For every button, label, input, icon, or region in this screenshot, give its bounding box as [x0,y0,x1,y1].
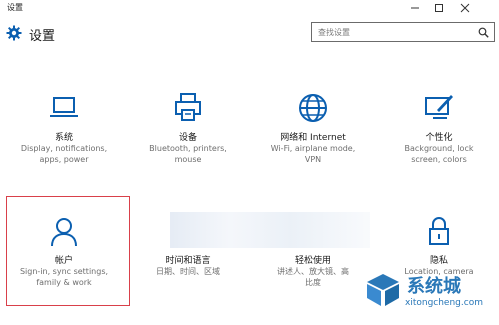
tile-title: 隐私 [429,256,448,266]
tile-description: 日期、时间、区域 [156,267,220,276]
minimize-icon [411,7,419,9]
globe-icon [299,94,327,122]
tile-title: 时间和语言 [165,256,211,266]
tile-title: 轻松使用 [294,256,331,266]
selection-highlight [6,196,130,306]
tile-title: 设备 [178,133,197,143]
laptop-icon [50,97,78,117]
page-title: 设置 [29,29,56,44]
tile-description: Bluetooth, printers, mouse [149,144,227,164]
tile-description: Background, lock screen, colors [404,144,474,164]
tile-devices[interactable]: 设备 Bluetooth, printers, mouse [127,92,249,202]
search-placeholder: 查找设置 [318,28,350,37]
lock-icon [429,217,449,245]
minimize-button[interactable] [403,0,427,16]
tile-title: 网络和 Internet [280,133,346,143]
window-title: 设置 [7,3,23,12]
search-icon[interactable] [478,27,489,38]
close-button[interactable] [453,0,477,16]
tile-system[interactable]: 系统 Display, notifications, apps, power [3,92,125,202]
tile-network[interactable]: 网络和 Internet Wi-Fi, airplane mode, VPN [252,92,374,202]
maximize-icon [435,4,443,12]
tile-title: 个性化 [425,133,453,143]
gear-icon [6,25,22,41]
watermark-text: 系统城 [407,276,461,297]
maximize-button[interactable] [427,0,451,16]
windows-logo-icon [367,274,399,306]
tile-description: 讲述人、放大镜、高 比度 [277,267,349,287]
watermark-url: xitongcheng.com [405,298,483,308]
blur-overlay [170,212,370,248]
tile-description: Wi-Fi, airplane mode, VPN [270,144,356,164]
watermark: 系统城 xitongcheng.com [363,266,499,315]
tile-personalization[interactable]: 个性化 Background, lock screen, colors [378,92,499,202]
title-bar: 设置 [0,0,499,18]
tile-description: Display, notifications, apps, power [20,144,108,164]
close-icon [460,3,470,13]
paint-icon [425,95,453,119]
tile-title: 系统 [54,133,73,143]
search-input[interactable]: 查找设置 [311,22,495,42]
devices-icon [175,93,201,121]
